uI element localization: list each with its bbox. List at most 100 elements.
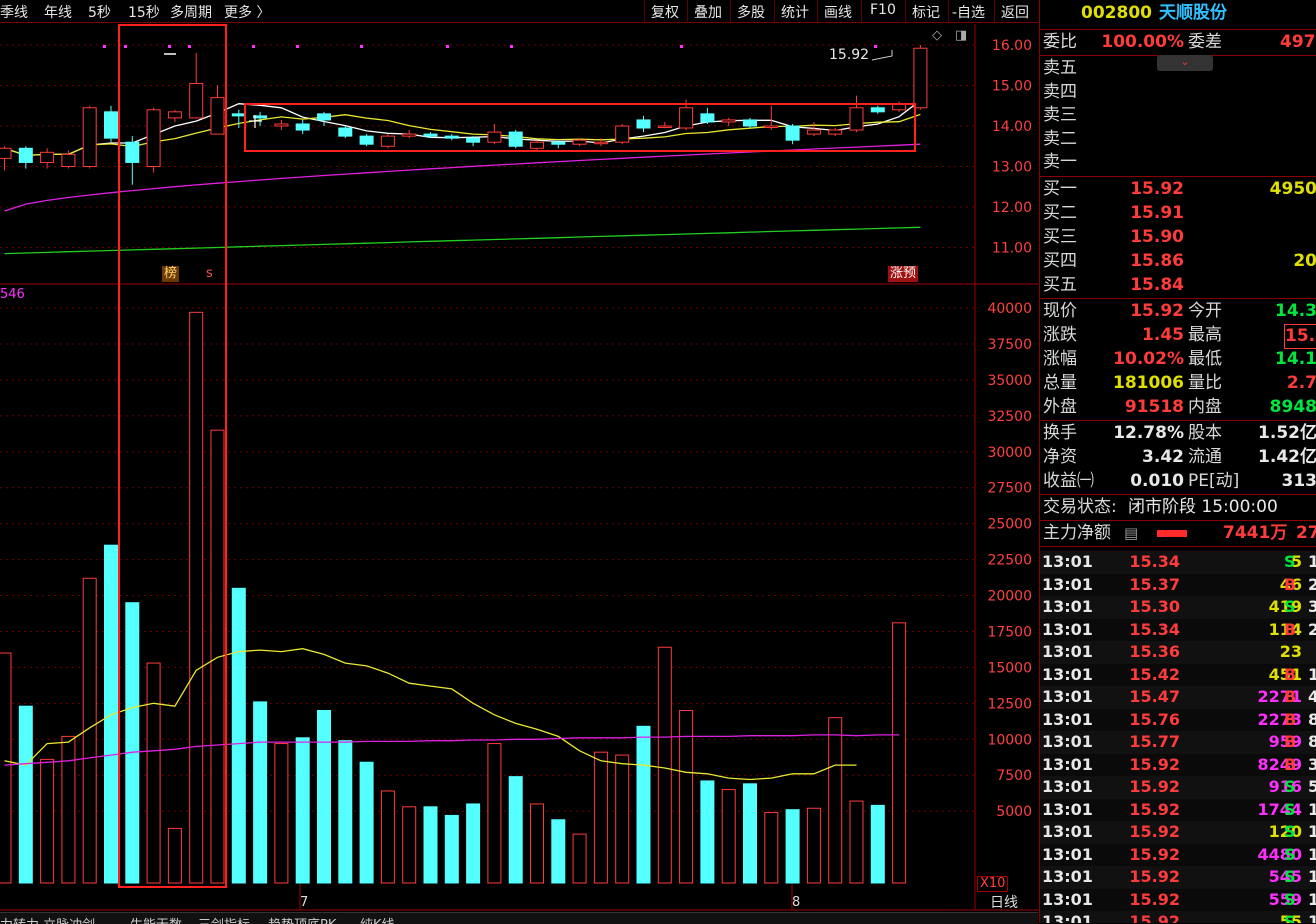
stat2-label: 换手	[1043, 423, 1077, 443]
tick-row: 13:0115.9255S1	[1040, 911, 1316, 923]
volume-tick-label: 7500	[996, 768, 1032, 784]
candle-body	[402, 133, 417, 137]
signal-dot	[360, 45, 363, 48]
volume-bar	[572, 833, 587, 884]
tick-time: 13:01	[1042, 709, 1093, 729]
diamond-icon[interactable]: ◇	[932, 28, 942, 43]
kline-chart[interactable]: 16.00 15.00 14.00 13.00 12.00 11.00 40000 37500…	[0, 0, 1038, 923]
tick-price: 15.42	[1129, 664, 1180, 684]
volume-bar	[0, 652, 12, 884]
tick-count: 2	[1308, 574, 1316, 596]
price-tick-label: 12.00	[992, 200, 1032, 216]
stat-label: 涨幅	[1043, 349, 1077, 369]
bang-tag[interactable]: 榜	[162, 266, 180, 282]
volume-tick-label: 30000	[987, 445, 1032, 461]
candle-body	[572, 139, 587, 145]
signal-dot	[103, 45, 106, 48]
candle-body	[359, 135, 374, 145]
list-icon[interactable]: ▤	[1124, 522, 1138, 545]
stat-value: 91518	[1124, 397, 1184, 417]
tick-row: 13:0115.762273B8	[1040, 708, 1316, 731]
stat-row: 涨跌 1.45最高 15.9	[1040, 324, 1316, 349]
buy-level-label: 买五	[1043, 275, 1077, 295]
buy-row: 买一 15.92 4950	[1040, 178, 1316, 201]
volume-tick-label: 15000	[987, 660, 1032, 676]
buy-row: 买二 15.91	[1040, 202, 1316, 225]
tick-time: 13:01	[1042, 732, 1093, 751]
tick-row: 13:0115.92916S5	[1040, 776, 1316, 799]
buy-level-label: 买四	[1043, 251, 1077, 271]
candle-body	[551, 141, 566, 145]
tick-count: 1	[1308, 844, 1316, 866]
candle-body	[806, 129, 821, 135]
stat-value-2: 14.1	[1275, 349, 1316, 369]
tick-count: 1	[1308, 911, 1316, 923]
signal-dot	[124, 45, 127, 48]
buy-price: 15.84	[1130, 275, 1184, 295]
stock-name: 天顺股份	[1159, 3, 1227, 23]
sell-row: 卖四	[1040, 81, 1316, 104]
candle-body	[18, 147, 33, 163]
stat-value-2: 15.9	[1284, 324, 1316, 349]
tick-row: 13:0115.928249B34	[1040, 753, 1316, 776]
candle-body	[0, 147, 12, 159]
candle-body	[487, 131, 502, 143]
limit-up-tag[interactable]: 涨预	[888, 266, 919, 282]
volume-bar	[423, 806, 438, 884]
volume-bar	[338, 740, 353, 884]
stat2-label: 收益㈠	[1043, 471, 1094, 491]
tick-price: 15.34	[1129, 619, 1180, 639]
volume-bar	[870, 804, 885, 884]
main-flow-pct: 27	[1296, 523, 1316, 543]
tick-count: 10	[1308, 664, 1316, 686]
volume-bar	[18, 705, 33, 884]
weibi-label: 委比	[1043, 32, 1077, 52]
sell-row: 卖三	[1040, 104, 1316, 127]
sell-level-label: 卖五	[1043, 58, 1077, 78]
weicha-value: 4971	[1280, 32, 1316, 52]
last-price-label: 15.92	[829, 47, 870, 63]
price-tick-label: 14.00	[992, 119, 1032, 135]
tick-price: 15.37	[1129, 574, 1180, 594]
tick-count: 1	[1308, 866, 1316, 888]
candle-body	[913, 47, 928, 109]
tick-price: 15.92	[1129, 889, 1180, 909]
panel-toggle-icon[interactable]: ◨	[955, 28, 967, 43]
weicha-label: 委差	[1188, 32, 1222, 52]
candle-body	[104, 111, 118, 139]
volume-tick-label: 32500	[987, 409, 1032, 425]
stat-value: 15.92	[1130, 301, 1184, 321]
buy-row: 买四 15.86 20	[1040, 250, 1316, 273]
tick-price: 15.92	[1129, 777, 1180, 796]
volume-bar	[785, 809, 800, 884]
volume-bar	[487, 743, 502, 884]
date-mark-7: 7	[300, 895, 309, 910]
stat2-value: 12.78%	[1113, 423, 1184, 443]
volume-tick-label: 37500	[987, 337, 1032, 353]
buy-price: 15.92	[1130, 179, 1184, 199]
stat2-label-2: 股本	[1188, 423, 1222, 443]
tick-time: 13:01	[1042, 889, 1093, 909]
stat-label: 总量	[1043, 373, 1077, 393]
tick-side: S	[1284, 597, 1296, 616]
tick-row: 13:0115.921744S1	[1040, 798, 1316, 821]
tick-time: 13:01	[1042, 597, 1093, 616]
s-tag[interactable]: s	[206, 266, 213, 282]
tick-time: 13:01	[1042, 687, 1093, 706]
candle-body	[849, 107, 864, 131]
buy-volume: 4950	[1269, 179, 1316, 199]
candle-body	[657, 125, 672, 128]
stat2-row: 换手 12.78% 股本 1.52亿	[1040, 422, 1316, 445]
buy-price: 15.91	[1130, 203, 1184, 223]
tick-time: 13:01	[1042, 912, 1093, 923]
signal-dot	[874, 45, 877, 48]
tick-time: 13:01	[1042, 867, 1093, 886]
period-label[interactable]: 日线	[990, 892, 1018, 912]
volume-bar	[764, 812, 779, 884]
signal-dot	[168, 45, 171, 48]
volume-bar	[317, 710, 331, 884]
tick-row: 13:0115.472271B4	[1040, 686, 1316, 709]
stat2-row: 收益㈠ 0.010 PE[动] 313	[1040, 470, 1316, 493]
tick-price: 15.92	[1129, 912, 1180, 923]
stat-label: 涨跌	[1043, 325, 1077, 345]
